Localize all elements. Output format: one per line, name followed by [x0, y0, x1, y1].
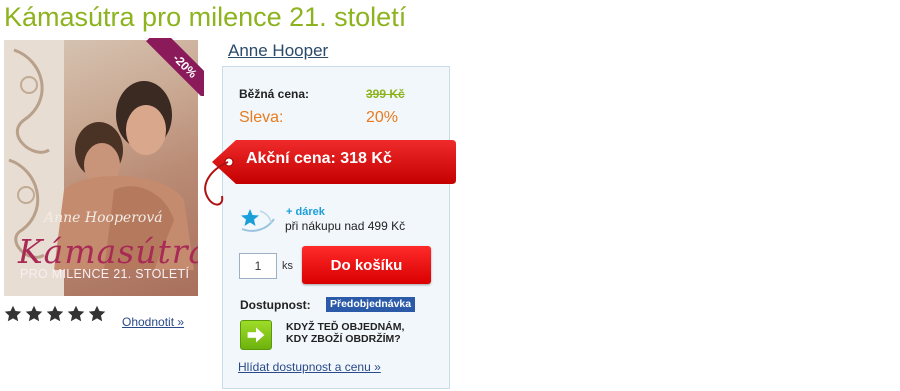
- action-price: Akční cena: 318 Kč: [246, 150, 392, 167]
- availability-status-badge: Předobjednávka: [326, 297, 416, 312]
- add-to-cart-button[interactable]: Do košíku: [302, 246, 431, 284]
- author-link[interactable]: Anne Hooper: [228, 41, 328, 61]
- cover-book-title: Kámasútra: [18, 232, 198, 271]
- delivery-info-button[interactable]: [240, 320, 272, 350]
- delivery-info-line-2: KDY ZBOŽÍ OBDRŽÍM?: [286, 333, 401, 345]
- delivery-info-link[interactable]: KDYŽ TEĎ OBJEDNÁM, KDY ZBOŽÍ OBDRŽÍM?: [286, 321, 404, 345]
- quantity-input[interactable]: [239, 253, 277, 279]
- discount-label: Sleva:: [239, 109, 284, 126]
- product-title: Kámasútra pro milence 21. století: [4, 2, 407, 32]
- availability-label: Dostupnost:: [240, 298, 311, 312]
- discount-value: 20%: [366, 109, 399, 126]
- star-icon[interactable]: [25, 305, 43, 323]
- gift-title: + dárek: [286, 206, 325, 218]
- star-icon[interactable]: [4, 305, 22, 323]
- discount-ribbon: -20%: [146, 38, 204, 96]
- discount-ribbon-label: -20%: [170, 51, 200, 81]
- cover-author-signature: Anne Hooperová: [44, 210, 163, 226]
- regular-price-value: 399 Kč: [366, 87, 405, 101]
- arrow-right-icon: [247, 327, 265, 343]
- delivery-info-line-1: KDYŽ TEĎ OBJEDNÁM,: [286, 321, 405, 333]
- quantity-unit: ks: [282, 260, 293, 272]
- star-icon[interactable]: [88, 305, 106, 323]
- tag-string-icon: [204, 161, 229, 206]
- star-icon[interactable]: [67, 305, 85, 323]
- rating-stars[interactable]: [4, 305, 106, 323]
- star-icon[interactable]: [46, 305, 64, 323]
- gift-star-icon: [241, 209, 275, 232]
- rate-link[interactable]: Ohodnotit »: [122, 315, 184, 329]
- watch-availability-link[interactable]: Hlídat dostupnost a cenu »: [238, 360, 381, 374]
- cover-book-subtitle: PRO MILENCE 21. STOLETÍ: [20, 267, 190, 281]
- regular-price-label: Běžná cena:: [239, 87, 310, 101]
- gift-description: při nákupu nad 499 Kč: [285, 219, 406, 233]
